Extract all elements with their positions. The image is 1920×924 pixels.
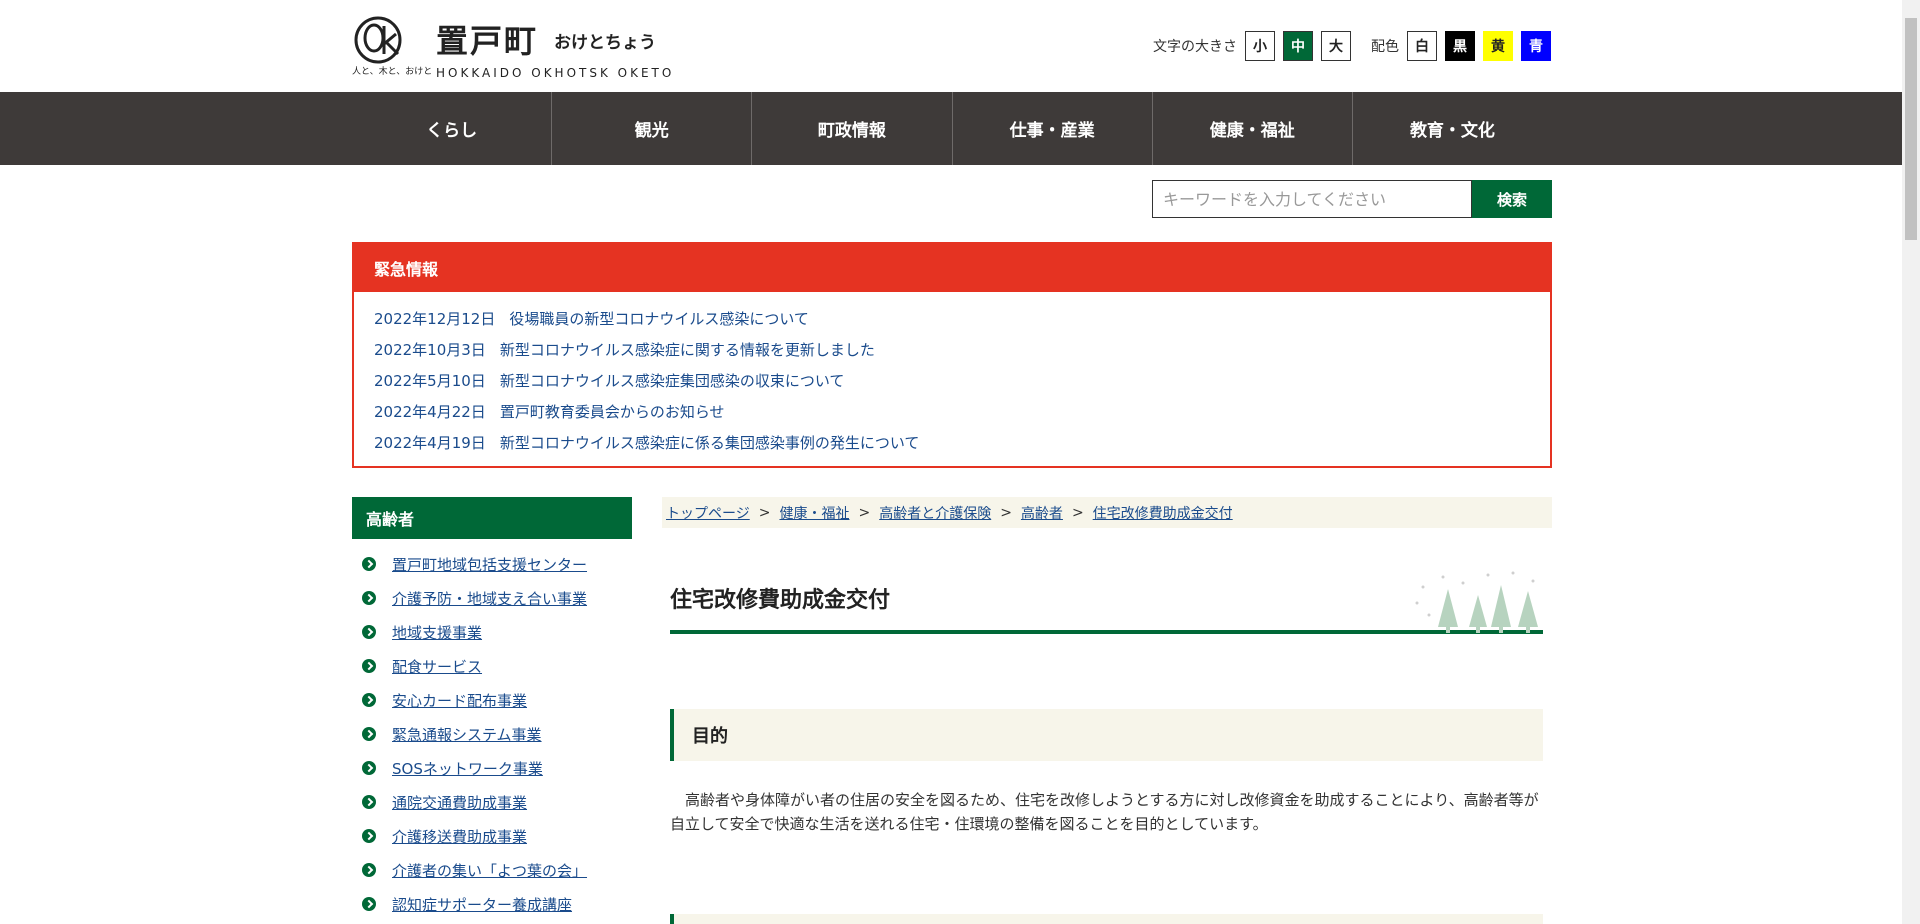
chevron-right-icon [362, 591, 376, 605]
font-size-medium-button[interactable]: 中 [1283, 31, 1313, 61]
section-heading-next [670, 914, 1543, 924]
breadcrumb-link-elderly[interactable]: 高齢者 [1021, 503, 1063, 523]
color-yellow-button[interactable]: 黄 [1483, 31, 1513, 61]
breadcrumb: トップページ > 健康・福祉 > 高齢者と介護保険 > 高齢者 > 住宅改修費助… [662, 497, 1552, 528]
font-size-small-button[interactable]: 小 [1245, 31, 1275, 61]
sidebar-item: 介護予防・地域支え合い事業 [352, 581, 632, 615]
sidebar-link[interactable]: 配食サービス [392, 656, 482, 677]
section-body-purpose: 高齢者や身体障がい者の住居の安全を図るため、住宅を改修しようとする方に対し改修資… [670, 791, 1539, 833]
breadcrumb-link-current[interactable]: 住宅改修費助成金交付 [1093, 503, 1233, 523]
sidebar-item: 介護者の集い「よつ葉の会」 [352, 853, 632, 887]
sidebar-link[interactable]: 地域支援事業 [392, 622, 482, 643]
section-heading-purpose: 目的 [670, 709, 1543, 761]
sidebar-list: 置戸町地域包括支援センター 介護予防・地域支え合い事業 地域支援事業 配食サービ… [352, 539, 632, 921]
sidebar-link[interactable]: 介護予防・地域支え合い事業 [392, 588, 587, 609]
chevron-right-icon [362, 625, 376, 639]
logo-tagline: 人と、木と、おけと [352, 67, 433, 77]
nav-item-chosei[interactable]: 町政情報 [752, 92, 953, 165]
sidebar-link[interactable]: 安心カード配布事業 [392, 690, 527, 711]
chevron-right-icon [362, 829, 376, 843]
sidebar-item: 通院交通費助成事業 [352, 785, 632, 819]
breadcrumb-link-elderly-care[interactable]: 高齢者と介護保険 [879, 503, 991, 523]
emergency-date: 2022年5月10日 [374, 372, 486, 390]
sidebar-item: 緊急通報システム事業 [352, 717, 632, 751]
site-search: 検索 [1152, 180, 1552, 218]
emergency-text: 新型コロナウイルス感染症に関する情報を更新しました [499, 341, 875, 359]
sidebar-item: 地域支援事業 [352, 615, 632, 649]
chevron-right-icon [362, 761, 376, 775]
color-black-button[interactable]: 黒 [1445, 31, 1475, 61]
chevron-right-icon [362, 693, 376, 707]
emergency-item[interactable]: 2022年10月3日 新型コロナウイルス感染症に関する情報を更新しました [374, 335, 1550, 366]
sidebar-link[interactable]: 認知症サポーター養成講座 [392, 894, 572, 915]
page-title: 住宅改修費助成金交付 [670, 588, 891, 613]
chevron-right-icon [362, 897, 376, 911]
color-blue-button[interactable]: 青 [1521, 31, 1551, 61]
sidebar-heading: 高齢者 [352, 497, 632, 539]
emergency-info-box: 緊急情報 2022年12月12日 役場職員の新型コロナウイルス感染について 202… [352, 242, 1552, 468]
sidebar-link[interactable]: 介護者の集い「よつ葉の会」 [392, 860, 587, 881]
emergency-text: 新型コロナウイルス感染症に係る集団感染事例の発生について [499, 434, 920, 452]
logo-english: HOKKAIDO OKHOTSK OKETO [436, 66, 675, 80]
chevron-right-icon [362, 863, 376, 877]
sidebar-link[interactable]: 介護移送費助成事業 [392, 826, 527, 847]
font-size-large-button[interactable]: 大 [1321, 31, 1351, 61]
chevron-right-icon [362, 659, 376, 673]
emergency-text: 置戸町教育委員会からのお知らせ [499, 403, 725, 421]
site-logo[interactable]: 人と、木と、おけと 置戸町 HOKKAIDO OKHOTSK OKETO おけと… [352, 14, 671, 80]
color-scheme-label: 配色 [1371, 39, 1399, 55]
chevron-right-icon [362, 557, 376, 571]
breadcrumb-separator: > [758, 504, 771, 521]
search-input[interactable] [1152, 180, 1472, 218]
nav-item-kyoiku[interactable]: 教育・文化 [1353, 92, 1552, 165]
chevron-right-icon [362, 795, 376, 809]
logo-mark-icon: 人と、木と、おけと [352, 14, 432, 78]
sidebar-item: SOSネットワーク事業 [352, 751, 632, 785]
breadcrumb-separator: > [858, 504, 871, 521]
global-nav: くらし 観光 町政情報 仕事・産業 健康・福祉 教育・文化 [0, 92, 1902, 165]
scrollbar-thumb[interactable] [1905, 18, 1917, 240]
logo-kana: おけとちょう [554, 33, 656, 53]
emergency-list: 2022年12月12日 役場職員の新型コロナウイルス感染について 2022年10月… [354, 292, 1550, 459]
breadcrumb-separator: > [1000, 504, 1012, 521]
sidebar-item: 介護移送費助成事業 [352, 819, 632, 853]
nav-item-kenko[interactable]: 健康・福祉 [1153, 92, 1353, 165]
sidebar: 高齢者 置戸町地域包括支援センター 介護予防・地域支え合い事業 地域支援事業 配… [352, 497, 632, 921]
emergency-date: 2022年10月3日 [374, 341, 486, 359]
font-size-controls: 文字の大きさ 小 中 大 [1153, 31, 1359, 61]
nav-item-kanko[interactable]: 観光 [552, 92, 753, 165]
emergency-item[interactable]: 2022年4月22日 置戸町教育委員会からのお知らせ [374, 397, 1550, 428]
page-scrollbar[interactable] [1902, 0, 1920, 924]
breadcrumb-separator: > [1071, 504, 1084, 521]
nav-item-shigoto[interactable]: 仕事・産業 [953, 92, 1153, 165]
emergency-text: 新型コロナウイルス感染症集団感染の収束について [499, 372, 845, 390]
emergency-heading: 緊急情報 [354, 244, 1550, 292]
sidebar-link[interactable]: SOSネットワーク事業 [392, 758, 543, 779]
sidebar-item: 認知症サポーター養成講座 [352, 887, 632, 921]
breadcrumb-link-top[interactable]: トップページ [666, 503, 750, 523]
site-header: 人と、木と、おけと 置戸町 HOKKAIDO OKHOTSK OKETO おけと… [0, 0, 1902, 92]
page-title-block: 住宅改修費助成金交付 [670, 571, 1543, 634]
sidebar-link[interactable]: 置戸町地域包括支援センター [392, 554, 587, 575]
emergency-date: 2022年12月12日 [374, 310, 496, 328]
emergency-item[interactable]: 2022年12月12日 役場職員の新型コロナウイルス感染について [374, 304, 1550, 335]
emergency-text: 役場職員の新型コロナウイルス感染について [509, 310, 809, 328]
breadcrumb-link-health[interactable]: 健康・福祉 [779, 503, 849, 523]
sidebar-item: 安心カード配布事業 [352, 683, 632, 717]
font-size-label: 文字の大きさ [1153, 39, 1237, 55]
trees-decoration-icon [1415, 571, 1538, 633]
emergency-date: 2022年4月22日 [374, 403, 486, 421]
emergency-date: 2022年4月19日 [374, 434, 486, 452]
color-scheme-controls: 配色 白 黒 黄 青 [1371, 31, 1559, 61]
emergency-item[interactable]: 2022年4月19日 新型コロナウイルス感染症に係る集団感染事例の発生について [374, 428, 1550, 459]
sidebar-item: 置戸町地域包括支援センター [352, 547, 632, 581]
emergency-item[interactable]: 2022年5月10日 新型コロナウイルス感染症集団感染の収束について [374, 366, 1550, 397]
nav-item-kurashi[interactable]: くらし [352, 92, 553, 165]
sidebar-link[interactable]: 緊急通報システム事業 [392, 724, 542, 745]
search-button[interactable]: 検索 [1472, 180, 1552, 218]
color-white-button[interactable]: 白 [1407, 31, 1437, 61]
sidebar-item: 配食サービス [352, 649, 632, 683]
chevron-right-icon [362, 727, 376, 741]
sidebar-link[interactable]: 通院交通費助成事業 [392, 792, 527, 813]
